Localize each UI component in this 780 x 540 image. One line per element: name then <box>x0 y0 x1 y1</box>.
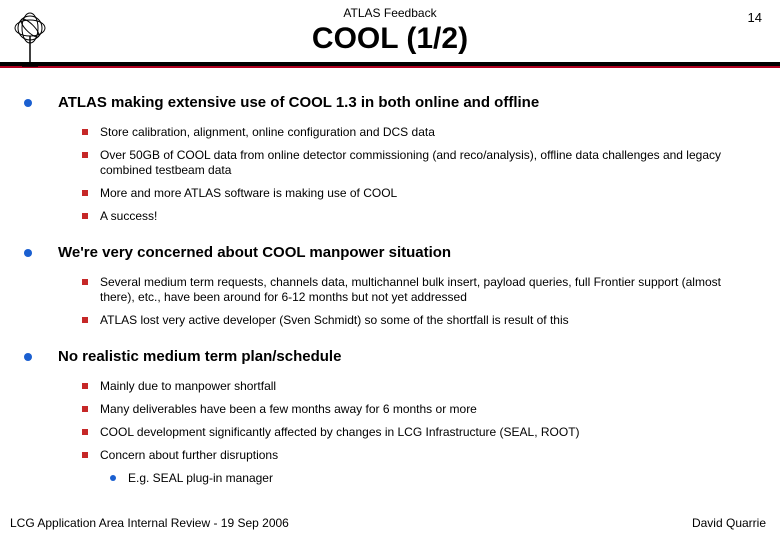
bullet-lvl2: A success! <box>82 209 752 224</box>
page-number: 14 <box>748 10 762 25</box>
header-text: ATLAS Feedback <box>0 0 780 20</box>
bullet-lvl1: We're very concerned about COOL manpower… <box>44 244 752 261</box>
bullet-lvl2: Concern about further disruptions <box>82 448 752 463</box>
atlas-logo <box>10 8 50 68</box>
bullet-lvl3: E.g. SEAL plug-in manager <box>110 471 752 485</box>
bullet-lvl2: ATLAS lost very active developer (Sven S… <box>82 313 752 328</box>
bullet-lvl2: Over 50GB of COOL data from online detec… <box>82 148 752 178</box>
bullet-lvl2: Several medium term requests, channels d… <box>82 275 752 305</box>
bullet-lvl2: Many deliverables have been a few months… <box>82 402 752 417</box>
bullet-lvl1: No realistic medium term plan/schedule <box>44 348 752 365</box>
bullet-lvl2: Mainly due to manpower shortfall <box>82 379 752 394</box>
footer-left: LCG Application Area Internal Review - 1… <box>10 516 289 530</box>
slide-title: COOL (1/2) <box>0 22 780 56</box>
bullet-lvl2: Store calibration, alignment, online con… <box>82 125 752 140</box>
slide-content: ATLAS making extensive use of COOL 1.3 i… <box>0 68 780 491</box>
bullet-lvl2: COOL development significantly affected … <box>82 425 752 440</box>
bullet-lvl2: More and more ATLAS software is making u… <box>82 186 752 201</box>
footer-right: David Quarrie <box>692 516 766 530</box>
bullet-lvl1: ATLAS making extensive use of COOL 1.3 i… <box>44 94 752 111</box>
